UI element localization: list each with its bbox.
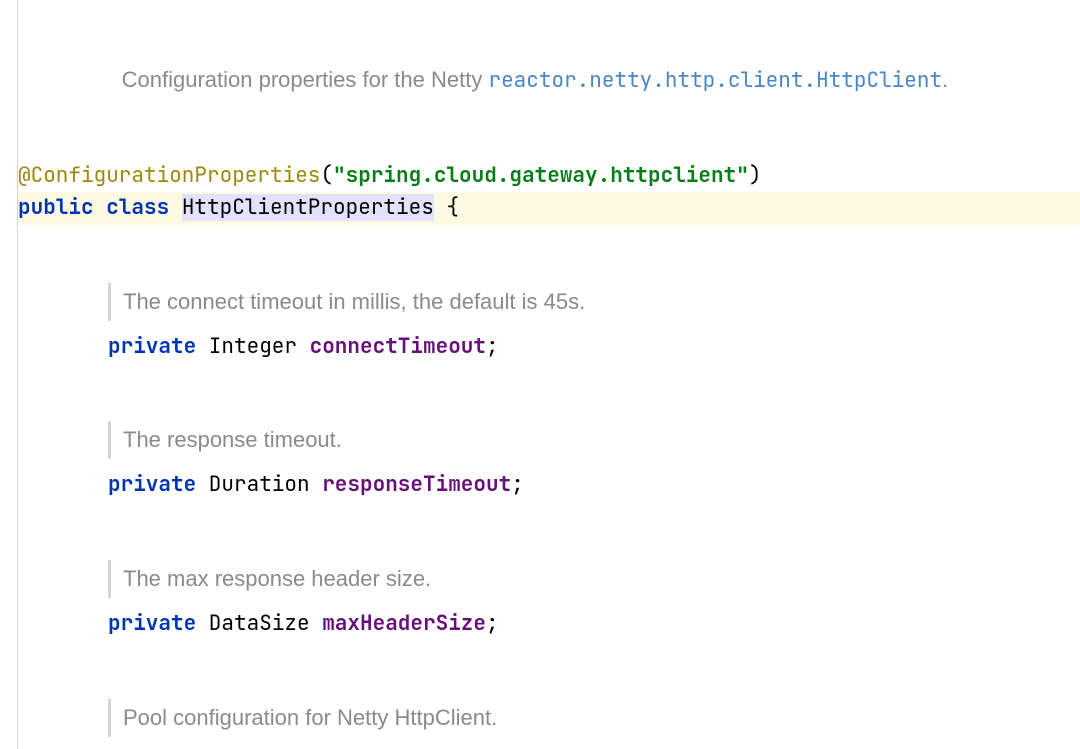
field-declaration: private Duration responseTimeout; [18, 469, 1080, 502]
doc-link[interactable]: reactor.netty.http.client.HttpClient [488, 67, 942, 94]
doc-bar-icon [108, 283, 111, 321]
doc-text: Configuration properties for the Netty [122, 67, 489, 92]
doc-bar-icon [108, 421, 111, 459]
doc-tail: . [942, 67, 948, 92]
field-declaration: private DataSize maxHeaderSize; [18, 608, 1080, 641]
doc-text: The max response header size. [123, 560, 431, 598]
field-doc: The max response header size. [108, 560, 1080, 598]
field-doc: The response timeout. [108, 421, 1080, 459]
class-name[interactable]: HttpClientProperties [182, 194, 434, 221]
doc-bar-icon [108, 560, 111, 598]
annotation-at: @ [18, 162, 31, 189]
class-doc-comment: Configuration properties for the Netty r… [18, 30, 1080, 130]
annotation-value: "spring.cloud.gateway.httpclient" [333, 162, 749, 189]
field-declaration: private Integer connectTimeout; [18, 331, 1080, 364]
annotation-name: ConfigurationProperties [31, 162, 321, 189]
field-type: Duration [196, 471, 322, 498]
semicolon: ; [486, 333, 499, 360]
semicolon: ; [486, 610, 499, 637]
keyword-private: private [108, 610, 196, 637]
class-declaration-line[interactable]: public class HttpClientProperties { [18, 192, 1080, 225]
code-editor[interactable]: Configuration properties for the Netty r… [0, 0, 1080, 749]
field-doc: Pool configuration for Netty HttpClient. [108, 699, 1080, 737]
code-area[interactable]: Configuration properties for the Netty r… [18, 0, 1080, 749]
gutter [0, 0, 18, 749]
field-name: maxHeaderSize [322, 610, 486, 637]
field-type: Integer [196, 333, 309, 360]
field-name: responseTimeout [322, 471, 511, 498]
doc-text: Pool configuration for Netty HttpClient. [123, 699, 497, 737]
keyword-private: private [108, 333, 196, 360]
paren-open: ( [320, 162, 333, 189]
field-doc: The connect timeout in millis, the defau… [108, 283, 1080, 321]
keyword-public: public [18, 194, 94, 221]
keyword-private: private [108, 471, 196, 498]
semicolon: ; [511, 471, 524, 498]
doc-text: The connect timeout in millis, the defau… [123, 283, 585, 321]
field-type: DataSize [196, 610, 322, 637]
field-name: connectTimeout [310, 333, 486, 360]
paren-close: ) [749, 162, 762, 189]
annotation-line: @ConfigurationProperties("spring.cloud.g… [18, 160, 1080, 193]
keyword-class: class [94, 194, 182, 221]
doc-text: The response timeout. [123, 421, 342, 459]
doc-bar-icon [108, 699, 111, 737]
brace-open: { [434, 194, 459, 221]
